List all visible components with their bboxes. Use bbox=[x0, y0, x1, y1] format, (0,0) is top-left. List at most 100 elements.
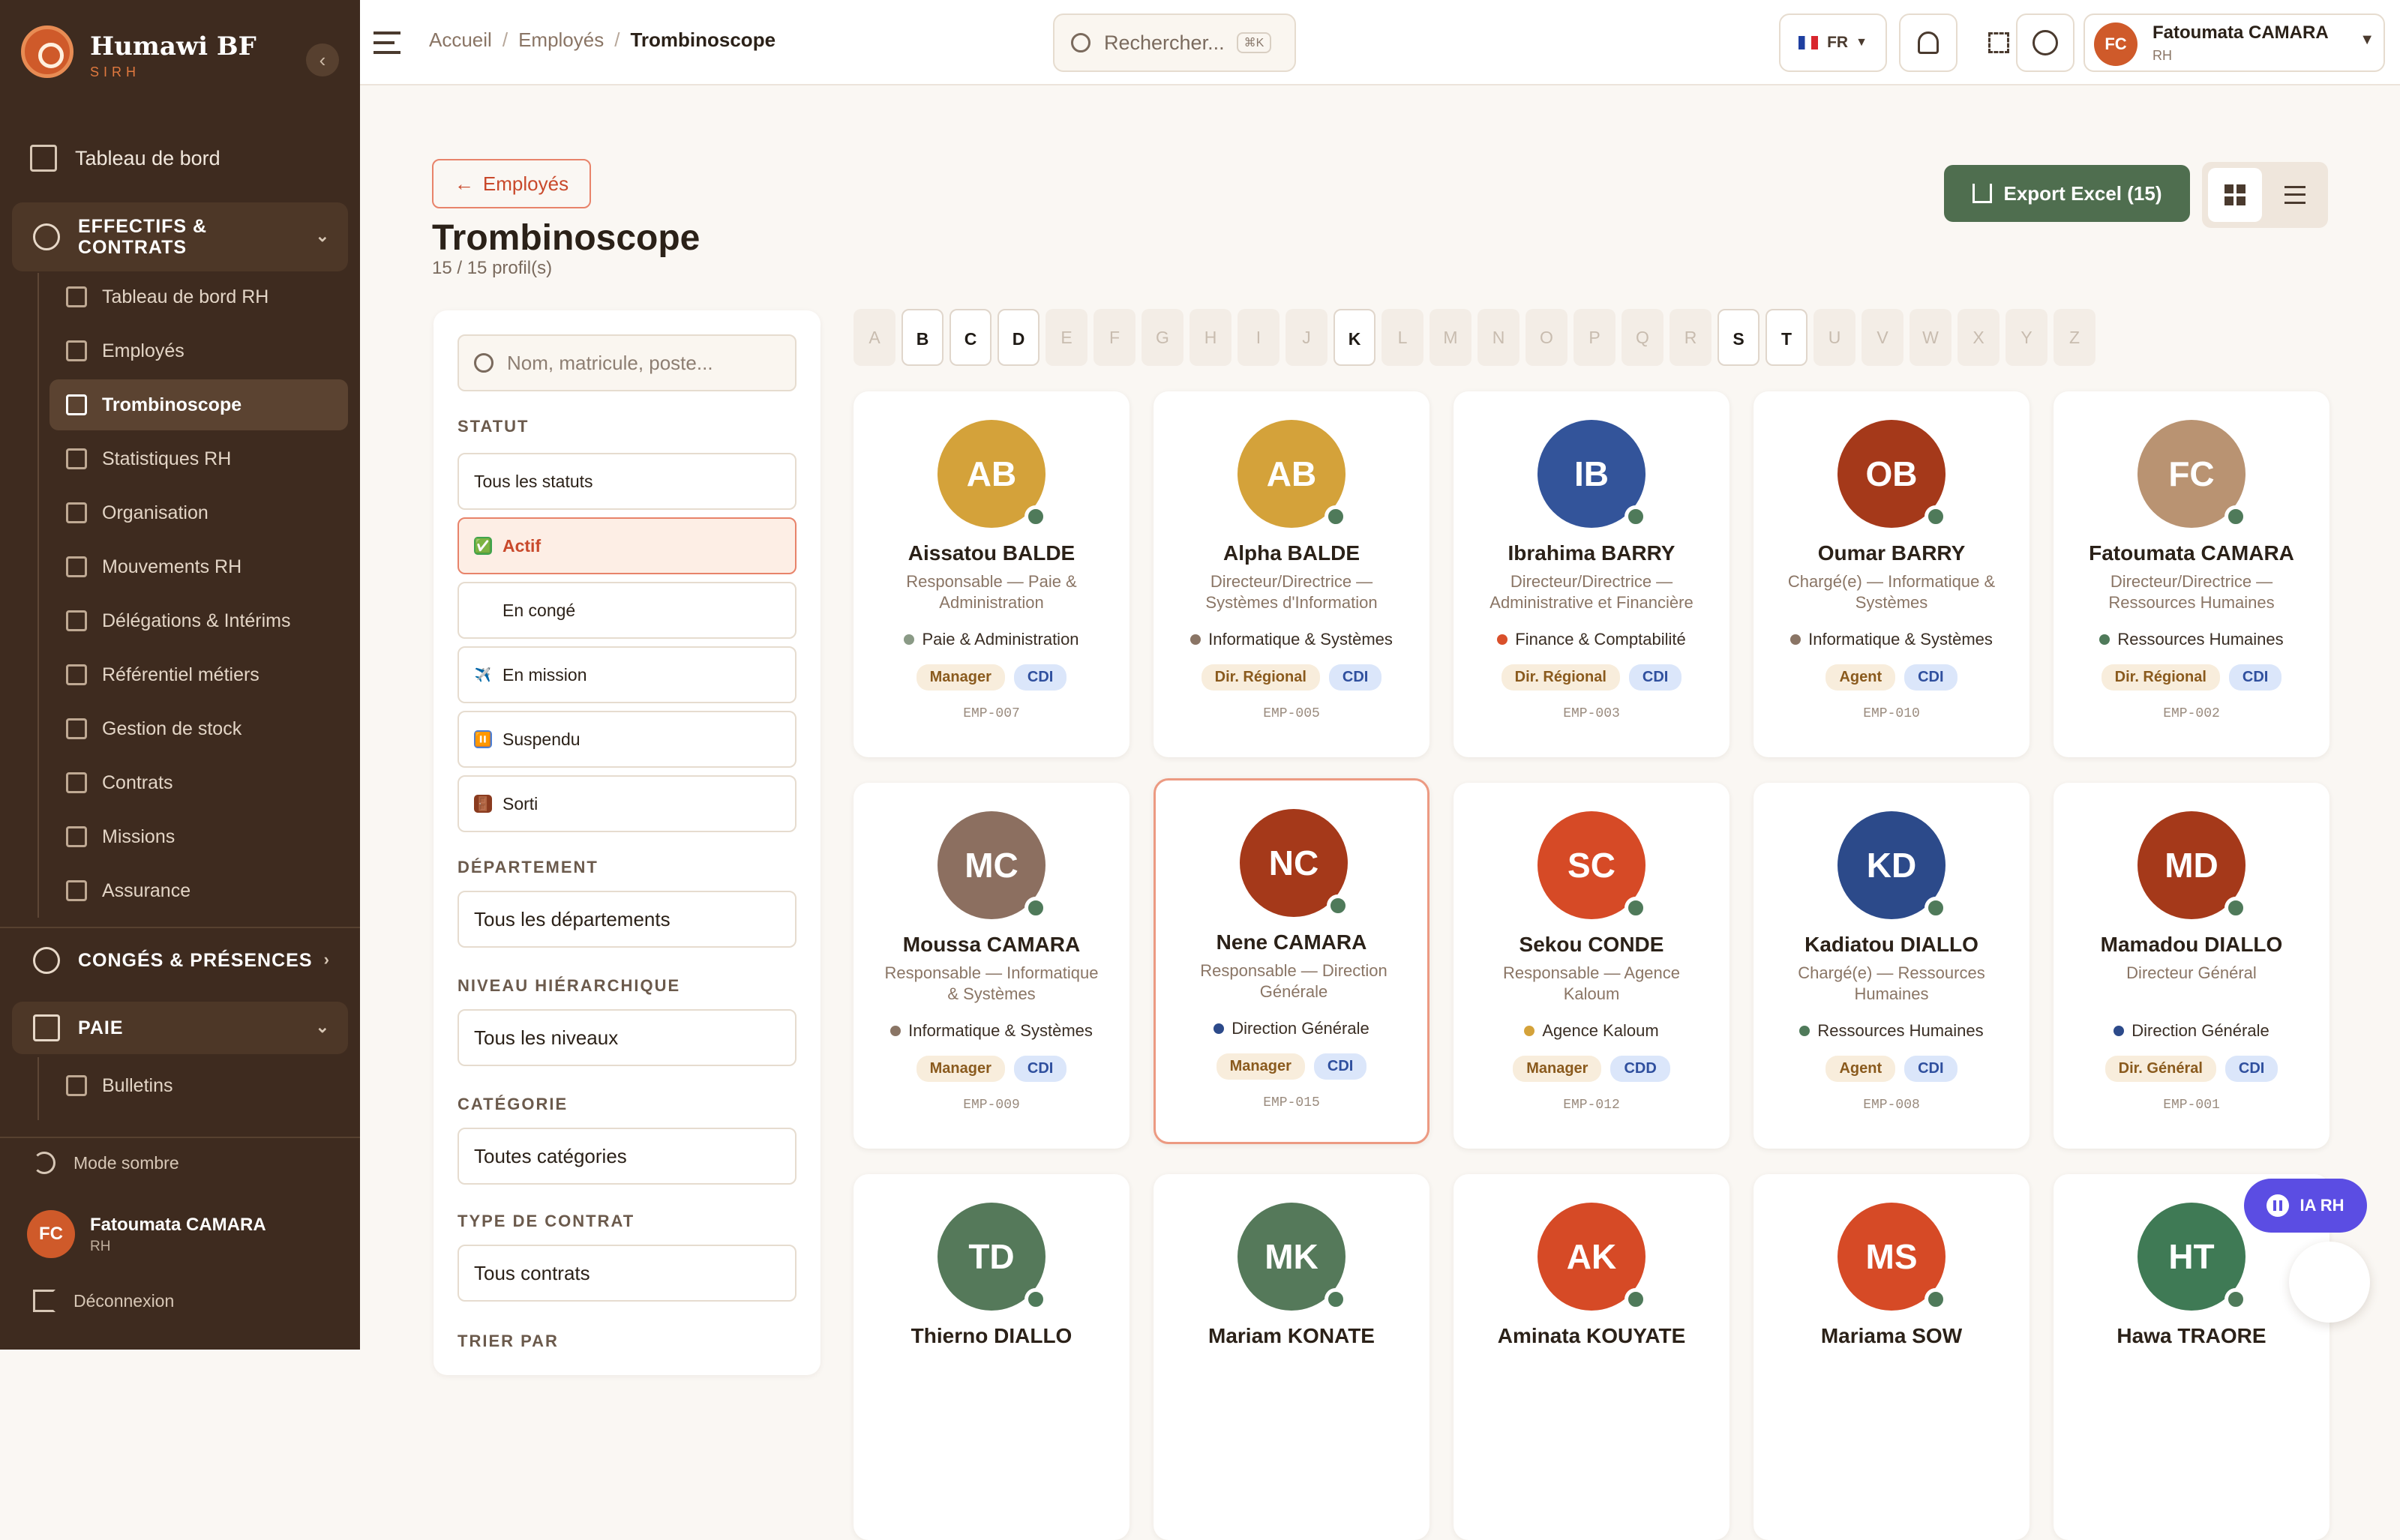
collapse-sidebar-button[interactable]: ‹ bbox=[306, 43, 339, 76]
nav-item-0[interactable]: Tableau de bord RH bbox=[50, 271, 348, 322]
list-view-button[interactable] bbox=[2268, 168, 2322, 222]
employee-card[interactable]: MC Moussa CAMARA Responsable — Informatiqu… bbox=[854, 783, 1130, 1149]
employee-matricule: EMP-008 bbox=[1863, 1098, 1920, 1113]
contract-badge: CDI bbox=[1628, 664, 1682, 691]
search-placeholder: Rechercher... bbox=[1104, 31, 1225, 54]
statut-option-1[interactable]: ✅ Actif bbox=[458, 517, 796, 574]
chevron-down-icon: ⌄ bbox=[315, 1017, 330, 1036]
contrat-select[interactable]: Tous contrats bbox=[458, 1245, 796, 1302]
employee-department: Direction Générale bbox=[2054, 1021, 2330, 1041]
nav-item-label: Statistiques RH bbox=[102, 448, 232, 469]
departement-select[interactable]: Tous les départements bbox=[458, 891, 796, 948]
letter-q: Q bbox=[1622, 309, 1664, 366]
online-status-dot bbox=[1324, 505, 1347, 528]
employee-card[interactable]: SC Sekou CONDE Responsable — Agence Kaloum… bbox=[1454, 783, 1730, 1149]
nav-group-conges[interactable]: CONGÉS & PRÉSENCES › bbox=[12, 934, 348, 987]
notifications-button[interactable] bbox=[1899, 13, 1958, 72]
letter-r: R bbox=[1670, 309, 1712, 366]
role-badge: Manager bbox=[916, 1056, 1005, 1082]
filter-search-input[interactable]: Nom, matricule, poste... bbox=[458, 334, 796, 391]
language-select[interactable]: FR ▼ bbox=[1779, 13, 1887, 72]
nav-item-5[interactable]: Mouvements RH bbox=[50, 541, 348, 592]
nav-item-label: Employés bbox=[102, 340, 184, 361]
statut-option-3[interactable]: ✈️ En mission bbox=[458, 646, 796, 703]
nav-item-bulletins[interactable]: Bulletins bbox=[50, 1060, 348, 1111]
export-excel-button[interactable]: Export Excel (15) bbox=[1944, 165, 2190, 222]
breadcrumb-home[interactable]: Accueil bbox=[429, 28, 492, 51]
employee-card[interactable]: IB Ibrahima BARRY Directeur/Directrice — A… bbox=[1454, 391, 1730, 757]
page-title: Trombinoscope bbox=[432, 218, 700, 258]
online-status-dot bbox=[2224, 1288, 2247, 1311]
department-dot bbox=[1524, 1026, 1535, 1036]
theme-button[interactable] bbox=[2016, 13, 2074, 72]
app-name: Humawi BF bbox=[90, 31, 256, 61]
letter-v: V bbox=[1862, 309, 1904, 366]
logout-button[interactable]: Déconnexion bbox=[33, 1290, 174, 1312]
employee-card[interactable]: FC Fatoumata CAMARA Directeur/Directrice —… bbox=[2054, 391, 2330, 757]
user-menu[interactable]: FC Fatoumata CAMARA RH ▼ bbox=[2084, 13, 2385, 72]
employee-matricule: EMP-012 bbox=[1563, 1098, 1620, 1113]
back-button[interactable]: ← Employés bbox=[432, 159, 591, 208]
nav-item-10[interactable]: Missions bbox=[50, 811, 348, 862]
letter-j: J bbox=[1286, 309, 1328, 366]
user-role: RH bbox=[2152, 48, 2172, 63]
dark-mode-toggle[interactable]: Mode sombre bbox=[33, 1152, 179, 1174]
letter-t[interactable]: T bbox=[1766, 309, 1808, 366]
divider bbox=[0, 927, 360, 928]
chat-fab-button[interactable] bbox=[2289, 1242, 2370, 1323]
nav-item-1[interactable]: Employés bbox=[50, 325, 348, 376]
statut-option-2[interactable]: 🏝 En congé bbox=[458, 582, 796, 639]
nav-item-label: Trombinoscope bbox=[102, 394, 242, 415]
contract-badge: CDI bbox=[2228, 664, 2282, 691]
ai-assistant-button[interactable]: IA RH bbox=[2244, 1179, 2367, 1233]
filter-search-placeholder: Nom, matricule, poste... bbox=[507, 351, 713, 374]
nav-item-8[interactable]: Gestion de stock bbox=[50, 703, 348, 754]
letter-a: A bbox=[854, 309, 896, 366]
niveau-select[interactable]: Tous les niveaux bbox=[458, 1009, 796, 1066]
palette-icon bbox=[2032, 30, 2058, 55]
online-status-dot bbox=[2224, 897, 2247, 919]
global-search[interactable]: Rechercher... ⌘K bbox=[1053, 13, 1296, 72]
employee-tags: Manager CDI bbox=[854, 1056, 1130, 1082]
nav-item-9[interactable]: Contrats bbox=[50, 757, 348, 808]
nav-item-4[interactable]: Organisation bbox=[50, 487, 348, 538]
statut-option-4[interactable]: ⏸️ Suspendu bbox=[458, 711, 796, 768]
letter-s[interactable]: S bbox=[1718, 309, 1760, 366]
menu-icon[interactable] bbox=[374, 31, 400, 54]
nav-group-effectifs[interactable]: EFFECTIFS & CONTRATS ⌄ bbox=[12, 202, 348, 271]
employee-card[interactable]: KD Kadiatou DIALLO Chargé(e) — Ressources … bbox=[1754, 783, 2030, 1149]
employee-card[interactable]: AB Alpha BALDE Directeur/Directrice — Syst… bbox=[1154, 391, 1430, 757]
letter-d[interactable]: D bbox=[998, 309, 1040, 366]
nav-group-paie[interactable]: PAIE ⌄ bbox=[12, 1002, 348, 1054]
employee-card[interactable]: TD Thierno DIALLO bbox=[854, 1174, 1130, 1540]
employee-name: Sekou CONDE bbox=[1519, 933, 1664, 956]
employee-card[interactable]: MK Mariam KONATE bbox=[1154, 1174, 1430, 1540]
breadcrumb-employes[interactable]: Employés bbox=[518, 28, 604, 51]
employee-card[interactable]: NC Nene CAMARA Responsable — Direction Gén… bbox=[1154, 778, 1430, 1144]
arrow-left-icon: ← bbox=[454, 172, 474, 195]
letter-k[interactable]: K bbox=[1334, 309, 1376, 366]
grid-view-button[interactable] bbox=[2208, 168, 2262, 222]
nav-item-2[interactable]: Trombinoscope bbox=[50, 379, 348, 430]
employee-card[interactable]: OB Oumar BARRY Chargé(e) — Informatique & … bbox=[1754, 391, 2030, 757]
letter-b[interactable]: B bbox=[902, 309, 944, 366]
statut-option-5[interactable]: 🚪 Sorti bbox=[458, 775, 796, 832]
employee-position: Directeur/Directrice — Systèmes d'Inform… bbox=[1205, 572, 1378, 612]
nav-dashboard[interactable]: Tableau de bord bbox=[30, 139, 220, 177]
statut-option-0[interactable]: Tous les statuts bbox=[458, 453, 796, 510]
letter-c[interactable]: C bbox=[950, 309, 992, 366]
nav-item-3[interactable]: Statistiques RH bbox=[50, 433, 348, 484]
building-icon bbox=[66, 502, 87, 523]
online-status-dot bbox=[1924, 1288, 1947, 1311]
categorie-select[interactable]: Toutes catégories bbox=[458, 1128, 796, 1185]
nav-item-7[interactable]: Référentiel métiers bbox=[50, 649, 348, 700]
employee-card[interactable]: MD Mamadou DIALLO Directeur Général Directi… bbox=[2054, 783, 2330, 1149]
employee-card[interactable]: MS Mariama SOW bbox=[1754, 1174, 2030, 1540]
employee-position: Directeur/Directrice — Administrative et… bbox=[1490, 572, 1694, 612]
nav-item-6[interactable]: Délégations & Intérims bbox=[50, 595, 348, 646]
employee-card[interactable]: AB Aissatou BALDE Responsable — Paie & Adm… bbox=[854, 391, 1130, 757]
employee-name: Thierno DIALLO bbox=[910, 1324, 1072, 1347]
nav-item-11[interactable]: Assurance bbox=[50, 865, 348, 916]
employee-card[interactable]: AK Aminata KOUYATE bbox=[1454, 1174, 1730, 1540]
filters-panel: Nom, matricule, poste... STATUT Tous les… bbox=[434, 310, 820, 1375]
